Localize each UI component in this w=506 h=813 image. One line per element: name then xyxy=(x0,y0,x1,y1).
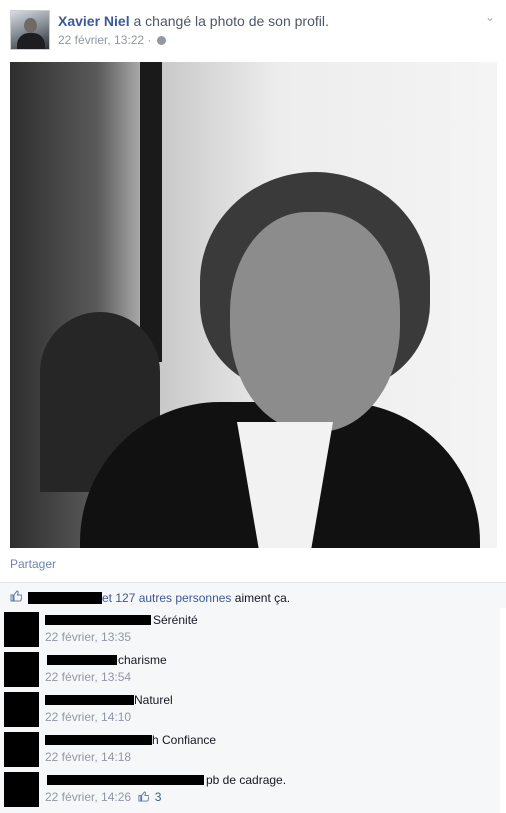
comment-like-count[interactable]: 3 xyxy=(155,790,162,804)
avatar-head xyxy=(24,18,37,33)
chevron-down-icon[interactable]: ⌄ xyxy=(485,10,495,24)
commenter-avatar[interactable] xyxy=(4,732,39,767)
post-title: Xavier Niel a changé la photo de son pro… xyxy=(58,13,329,29)
comment-item: pb de cadrage. 22 février, 14:26 3 xyxy=(0,768,500,808)
likes-bar: et 127 autres personnes aiment ça. xyxy=(0,582,506,608)
photo-pillar xyxy=(140,62,162,362)
likes-text: et 127 autres personnes aiment ça. xyxy=(102,591,290,605)
comment-timestamp[interactable]: 22 février, 13:35 xyxy=(45,630,131,644)
comment-timestamp[interactable]: 22 février, 14:18 xyxy=(45,750,131,764)
redacted-name xyxy=(28,592,102,604)
redacted-name xyxy=(45,695,134,705)
comment-item: charisme 22 février, 13:54 xyxy=(0,648,500,688)
comment-text: charisme xyxy=(118,653,167,667)
comment-item: Sérénité 22 février, 13:35 xyxy=(0,608,500,648)
likes-count-link[interactable]: et 127 autres personnes xyxy=(102,591,231,605)
thumbs-up-icon xyxy=(138,791,150,802)
comment-timestamp[interactable]: 22 février, 14:10 xyxy=(45,710,131,724)
profile-photo[interactable] xyxy=(10,62,497,548)
photo-face xyxy=(230,212,400,432)
avatar-body xyxy=(17,33,45,49)
redacted-name xyxy=(47,655,117,665)
comment-text: h Confiance xyxy=(152,733,217,747)
comment-text: Sérénité xyxy=(153,613,198,627)
comment-timestamp[interactable]: 22 février, 13:54 xyxy=(45,670,131,684)
likes-suffix: aiment ça. xyxy=(234,591,291,605)
comment-timestamp[interactable]: 22 février, 14:26 xyxy=(45,790,131,804)
post-header: Xavier Niel a changé la photo de son pro… xyxy=(0,0,506,60)
redacted-name xyxy=(45,615,151,625)
comments-list: Sérénité 22 février, 13:35 charisme 22 f… xyxy=(0,608,500,813)
thumbs-up-icon xyxy=(10,590,22,602)
comment-item: Naturel 22 février, 14:10 xyxy=(0,688,500,728)
profile-avatar[interactable] xyxy=(10,10,50,50)
redacted-name xyxy=(47,775,204,785)
commenter-avatar[interactable] xyxy=(4,612,39,647)
commenter-avatar[interactable] xyxy=(4,692,39,727)
meta-separator: · xyxy=(147,33,152,47)
comment-item: h Confiance 22 février, 14:18 xyxy=(0,728,500,768)
redacted-name xyxy=(45,735,152,745)
post-timestamp[interactable]: 22 février, 13:22 xyxy=(58,33,144,47)
author-name-link[interactable]: Xavier Niel xyxy=(58,13,130,29)
commenter-avatar[interactable] xyxy=(4,652,39,687)
commenter-avatar[interactable] xyxy=(4,772,39,807)
comment-text: pb de cadrage. xyxy=(206,773,287,787)
post-action-text: a changé la photo de son profil. xyxy=(133,13,329,29)
comment-text: Naturel xyxy=(134,693,173,707)
post-meta: 22 février, 13:22 · xyxy=(58,33,166,47)
comment-meta: 22 février, 14:26 3 xyxy=(45,790,161,804)
globe-icon[interactable] xyxy=(156,36,166,45)
share-link[interactable]: Partager xyxy=(10,557,56,571)
